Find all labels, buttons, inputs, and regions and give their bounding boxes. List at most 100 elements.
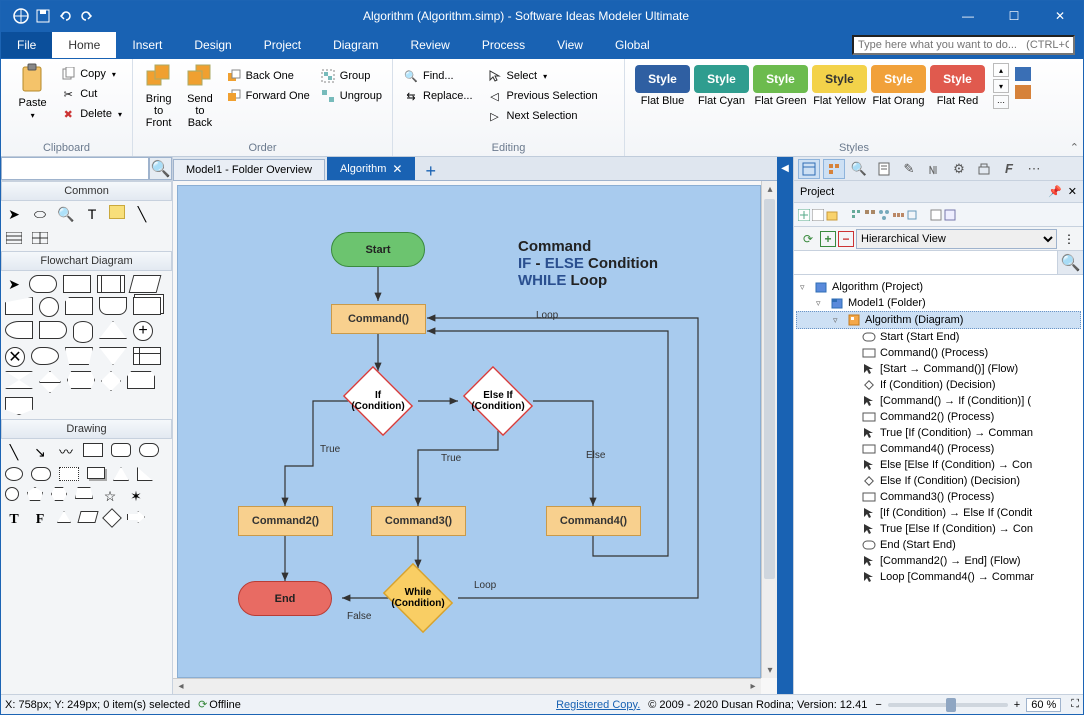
tree-expander-icon[interactable]: ▿ bbox=[816, 298, 826, 309]
panel-btn-2[interactable] bbox=[823, 159, 845, 179]
note-tool-icon[interactable] bbox=[109, 205, 125, 219]
off-page-shape[interactable] bbox=[5, 397, 33, 415]
manual-input-shape[interactable] bbox=[5, 297, 33, 315]
redo-icon[interactable] bbox=[77, 6, 97, 26]
scroll-left-icon[interactable]: ◂ bbox=[173, 679, 189, 695]
panel-btn-more[interactable]: ⋯ bbox=[1023, 159, 1045, 179]
bring-to-front-button[interactable]: Bring to Front bbox=[141, 63, 176, 129]
proj-tb-5[interactable] bbox=[864, 209, 876, 221]
zoom-knob[interactable] bbox=[946, 698, 956, 712]
copy-button[interactable]: Copy ▾ bbox=[58, 65, 124, 83]
toolbox-search-button[interactable]: 🔍 bbox=[149, 157, 172, 180]
node-while[interactable]: While (Condition) bbox=[378, 568, 458, 628]
send-to-back-button[interactable]: Send to Back bbox=[182, 63, 217, 129]
display-shape[interactable] bbox=[31, 347, 59, 365]
cut-button[interactable]: ✂Cut bbox=[58, 85, 124, 103]
tree-row[interactable]: ▿Algorithm (Diagram) bbox=[796, 311, 1081, 329]
tree-expander-icon[interactable]: ▿ bbox=[800, 282, 810, 293]
ribbon-tab-insert[interactable]: Insert bbox=[116, 32, 178, 58]
ribbon-collapse-icon[interactable]: ⌃ bbox=[1070, 141, 1079, 154]
ribbon-tab-project[interactable]: Project bbox=[248, 32, 317, 58]
panel-btn-6[interactable] bbox=[923, 159, 945, 179]
draw-rtriangle-icon[interactable] bbox=[137, 467, 153, 481]
proj-tb-8[interactable] bbox=[906, 209, 918, 221]
find-button[interactable]: 🔍Find... bbox=[401, 67, 475, 85]
add-tree-item-icon[interactable]: + bbox=[820, 231, 836, 247]
panel-btn-5[interactable]: ✎ bbox=[898, 159, 920, 179]
delete-button[interactable]: ✖Delete ▾ bbox=[58, 105, 124, 123]
group-button[interactable]: Group bbox=[318, 67, 384, 85]
tree-row[interactable]: ▿Model1 (Folder) bbox=[796, 295, 1081, 311]
node-command2[interactable]: Command2() bbox=[238, 506, 333, 536]
draw-pill-icon[interactable] bbox=[139, 443, 159, 457]
style-swatch[interactable]: Style bbox=[930, 65, 985, 93]
toolbox-section-flowchart[interactable]: Flowchart Diagram bbox=[1, 251, 172, 271]
menu-file[interactable]: File bbox=[1, 32, 52, 58]
or-shape[interactable]: + bbox=[133, 321, 153, 341]
proj-tb-4[interactable] bbox=[850, 209, 862, 221]
process-shape[interactable] bbox=[63, 275, 91, 293]
panel-btn-8[interactable] bbox=[973, 159, 995, 179]
draw-rect-icon[interactable] bbox=[83, 443, 103, 457]
zoom-value[interactable]: 60 % bbox=[1026, 698, 1061, 712]
draw-text-icon[interactable]: T bbox=[5, 511, 23, 529]
command-search-input[interactable] bbox=[852, 35, 1075, 55]
ribbon-tab-diagram[interactable]: Diagram bbox=[317, 32, 394, 58]
extract-shape[interactable] bbox=[99, 321, 127, 339]
stored-data-shape[interactable] bbox=[5, 321, 33, 339]
panel-btn-4[interactable] bbox=[873, 159, 895, 179]
ribbon-tab-home[interactable]: Home bbox=[52, 32, 116, 58]
tree-row[interactable]: Command2() (Process) bbox=[796, 409, 1081, 425]
draw-font-icon[interactable]: F bbox=[31, 511, 49, 529]
database-shape[interactable] bbox=[73, 321, 93, 343]
draw-arrow-shape-icon[interactable] bbox=[127, 511, 145, 523]
toolbox-search-input[interactable] bbox=[1, 157, 149, 180]
scroll-thumb-v[interactable] bbox=[764, 199, 775, 579]
tree-row[interactable]: True [If (Condition) → Comman bbox=[796, 425, 1081, 441]
styles-more[interactable]: ⋯ bbox=[993, 95, 1009, 109]
tree-row[interactable]: Else If (Condition) (Decision) bbox=[796, 473, 1081, 489]
panel-btn-1[interactable] bbox=[798, 159, 820, 179]
zoom-tool-icon[interactable]: 🔍 bbox=[57, 205, 75, 223]
ribbon-tab-global[interactable]: Global bbox=[599, 32, 666, 58]
tree-row[interactable]: ▿Algorithm (Project) bbox=[796, 279, 1081, 295]
project-search-button[interactable]: 🔍 bbox=[1057, 251, 1083, 274]
scroll-down-icon[interactable]: ▾ bbox=[762, 662, 777, 678]
ungroup-button[interactable]: Ungroup bbox=[318, 87, 384, 105]
tab-model1[interactable]: Model1 - Folder Overview bbox=[173, 159, 325, 180]
tree-row[interactable]: [Command() → If (Condition)] ( bbox=[796, 393, 1081, 409]
draw-shadow-rect-icon[interactable] bbox=[87, 467, 105, 479]
lasso-tool-icon[interactable]: ⬭ bbox=[31, 205, 49, 223]
tree-expander-icon[interactable]: ▿ bbox=[833, 315, 843, 326]
tree-row[interactable]: Loop [Command4() → Commar bbox=[796, 569, 1081, 585]
node-if[interactable]: If (Condition) bbox=[338, 371, 418, 431]
zoom-slider[interactable] bbox=[888, 703, 1008, 707]
ribbon-tab-review[interactable]: Review bbox=[394, 32, 465, 58]
refresh-icon[interactable]: ⟳ bbox=[798, 229, 818, 249]
panel-btn-3[interactable]: 🔍 bbox=[848, 159, 870, 179]
draw-triangle-icon[interactable] bbox=[113, 467, 129, 481]
draw-trapezoid-icon[interactable] bbox=[75, 487, 93, 499]
scroll-right-icon[interactable]: ▸ bbox=[745, 679, 761, 695]
select-button[interactable]: Select ▾ bbox=[485, 67, 600, 85]
tree-row[interactable]: End (Start End) bbox=[796, 537, 1081, 553]
tree-row[interactable]: Command() (Process) bbox=[796, 345, 1081, 361]
draw-arrow-icon[interactable]: ↘ bbox=[31, 443, 49, 461]
draw-diamond-icon[interactable] bbox=[102, 508, 122, 528]
right-collapse-handle[interactable]: ◀ bbox=[777, 157, 793, 694]
sum-shape[interactable]: ✕ bbox=[5, 347, 25, 367]
draw-up-triangle-icon[interactable] bbox=[57, 511, 71, 523]
loop-limit-shape[interactable] bbox=[127, 371, 155, 389]
style-swatch[interactable]: Style bbox=[753, 65, 808, 93]
delay-shape[interactable] bbox=[39, 321, 67, 339]
app-logo-icon[interactable] bbox=[11, 6, 31, 26]
proj-tb-1[interactable] bbox=[798, 209, 810, 221]
tree-row[interactable]: [Start → Command()] (Flow) bbox=[796, 361, 1081, 377]
draw-line-icon[interactable]: ╲ bbox=[5, 443, 23, 461]
tree-row[interactable]: [Command2() → End] (Flow) bbox=[796, 553, 1081, 569]
node-elseif[interactable]: Else If (Condition) bbox=[458, 371, 538, 431]
draw-parallelogram-icon[interactable] bbox=[77, 511, 98, 523]
grid-tool-icon[interactable] bbox=[31, 229, 49, 247]
draw-dotted-rect-icon[interactable] bbox=[59, 467, 79, 481]
remove-tree-item-icon[interactable]: − bbox=[838, 231, 854, 247]
